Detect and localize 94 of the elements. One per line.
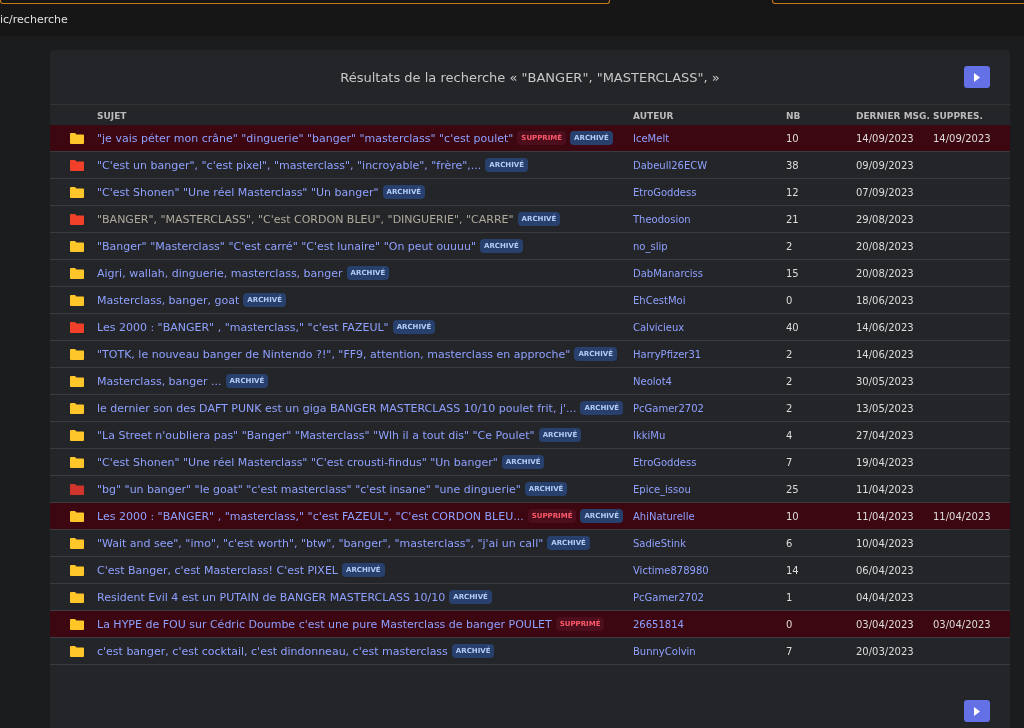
topic-link[interactable]: "C'est Shonen" "Une réel Masterclass" "C'est crousti-findus" "Un banger" [97,455,498,469]
author-link[interactable]: Victime878980 [633,564,786,576]
topic-link[interactable]: "BANGER", "MASTERCLASS", "C'est CORDON BLEU", "DINGUERIE", "CARRE" [97,212,514,226]
topic-link[interactable]: Masterclass, banger, goat [97,293,240,307]
table-cell-text: 25 [786,483,800,495]
topic-link[interactable]: Masterclass, banger ... [97,374,222,388]
table-cell-text: 14 [786,564,800,576]
topic-link[interactable]: le dernier son des DAFT PUNK est un giga BANGER MASTERCLASS 10/10 poulet frit, j'... [97,401,577,415]
author-link[interactable]: EtroGoddess [633,456,786,468]
table-cell-text: 04/04/2023 [856,591,915,603]
table-cell-text: 0 [786,618,794,630]
table-cell-text: 40 [786,321,800,333]
topic-link[interactable]: "Banger" "Masterclass" "C'est carré" "C'est lunaire" "On peut ouuuu" [97,239,477,253]
table-cell-text: 0 [786,294,794,306]
topic-link[interactable]: "je vais péter mon crâne" "dinguerie" "banger" "masterclass" "c'est poulet" [97,131,514,145]
author-link[interactable]: HarryPfizer31 [633,348,786,360]
table-cell-text: 20/08/2023 [856,240,915,252]
table-cell-text: 11/04/2023 [933,510,992,522]
author-link[interactable]: Theodosion [633,213,786,225]
author-link[interactable]: Epice_issou [633,483,786,495]
author-link[interactable]: Calvicieux [633,321,786,333]
topic-link[interactable]: Resident Evil 4 est un PUTAIN de BANGER MASTERCLASS 10/10 [97,590,446,604]
play-icon [974,706,980,716]
author-link[interactable]: AhiNaturelle [633,510,786,522]
next-page-button[interactable] [964,66,990,88]
table-cell-text: 06/04/2023 [856,564,915,576]
topic-link[interactable]: C'est Banger, c'est Masterclass! C'est PIXEL [97,563,338,577]
author-link[interactable]: EtroGoddess [633,186,786,198]
column-header: SUPPRES. [933,110,984,123]
table-cell-text: 09/09/2023 [856,159,915,171]
table-cell-text: 27/04/2023 [856,429,915,441]
topic-link[interactable]: "bg" "un banger" "le goat" "c'est masterclass" "c'est insane" "une dinguerie" [97,482,521,496]
table-cell-text: 7 [786,645,794,657]
table-cell-text: 4 [786,429,794,441]
table-cell-text: 14/09/2023 [856,132,915,144]
table-cell-text: 30/05/2023 [856,375,915,387]
column-header: SUJET [97,110,128,123]
topic-link[interactable]: "La Street n'oubliera pas" "Banger" "Masterclass" "Wlh il a tout dis" "Ce Poulet" [97,428,535,442]
table-cell-text: 14/09/2023 [933,132,992,144]
table-cell-text: 20/03/2023 [856,645,915,657]
table-cell-text: 11/04/2023 [856,510,915,522]
table-cell-text: 2 [786,375,794,387]
author-link[interactable]: Dabeull26ECW [633,159,786,171]
author-link[interactable]: Neolot4 [633,375,786,387]
table-cell-text: 13/05/2023 [856,402,915,414]
table-cell-text: 2 [786,240,794,252]
topic-link[interactable]: Les 2000 : "BANGER" , "masterclass," "c'est FAZEUL", "C'est CORDON BLEU... [97,509,524,523]
topic-link[interactable]: "TOTK, le nouveau banger de Nintendo ?!", "FF9, attention, masterclass en approche" [97,347,571,361]
table-cell-text: 07/09/2023 [856,186,915,198]
author-link[interactable]: PcGamer2702 [633,591,786,603]
table-cell-text: 03/04/2023 [933,618,992,630]
table-cell-text: 12 [786,186,800,198]
results-title: Résultats de la recherche « "BANGER", "MASTERCLASS", » [340,69,720,85]
author-link[interactable]: DabManarciss [633,267,786,279]
table-cell-text: 2 [786,348,794,360]
author-link[interactable]: EhCestMoi [633,294,786,306]
table-cell-text: 10 [786,132,800,144]
topic-link[interactable]: c'est banger, c'est cocktail, c'est dindonneau, c'est masterclass [97,644,448,658]
topic-link[interactable]: Les 2000 : "BANGER" , "masterclass," "c'est FAZEUL" [97,320,389,334]
author-link[interactable]: no_slip [633,240,786,252]
topic-link[interactable]: La HYPE de FOU sur Cédric Doumbe c'est une pure Masterclass de banger POULET [97,617,552,631]
topic-link[interactable]: "Wait and see", "imo", "c'est worth", "btw", "banger", "masterclass", "j'ai un call" [97,536,544,550]
table-cell-text: 03/04/2023 [856,618,915,630]
author-link[interactable]: SadieStink [633,537,786,549]
play-icon [974,72,980,82]
column-header: AUTEUR [633,110,675,123]
table-cell-text: 19/04/2023 [856,456,915,468]
table-cell-text: 15 [786,267,800,279]
topic-link[interactable]: "C'est un banger", "c'est pixel", "masterclass", "incroyable", "frère",... [97,158,482,172]
next-page-button[interactable] [964,700,990,722]
table-cell-text: 2 [786,402,794,414]
author-link[interactable]: 26651814 [633,618,786,630]
table-cell-text: 21 [786,213,800,225]
table-cell-text: 14/06/2023 [856,321,915,333]
table-cell-text: 10 [786,510,800,522]
table-cell-text: 11/04/2023 [856,483,915,495]
column-header: NB [786,110,802,123]
table-cell-text: 20/08/2023 [856,267,915,279]
table-cell-text: 18/06/2023 [856,294,915,306]
table-cell-text: 7 [786,456,794,468]
topic-link[interactable]: "C'est Shonen" "Une réel Masterclass" "Un banger" [97,185,379,199]
table-cell-text: 38 [786,159,800,171]
author-link[interactable]: IceMelt [633,132,786,144]
table-cell-text: 29/08/2023 [856,213,915,225]
column-header: DERNIER MSG. [856,110,931,123]
author-link[interactable]: PcGamer2702 [633,402,786,414]
breadcrumb-text: ic/recherche [0,13,68,26]
table-cell-text: 6 [786,537,794,549]
table-cell-text: 1 [786,591,794,603]
topic-link[interactable]: Aigri, wallah, dinguerie, masterclass, banger [97,266,343,280]
table-cell-text: 10/04/2023 [856,537,915,549]
author-link[interactable]: BunnyColvin [633,645,786,657]
author-link[interactable]: IkkiMu [633,429,786,441]
table-cell-text: 14/06/2023 [856,348,915,360]
